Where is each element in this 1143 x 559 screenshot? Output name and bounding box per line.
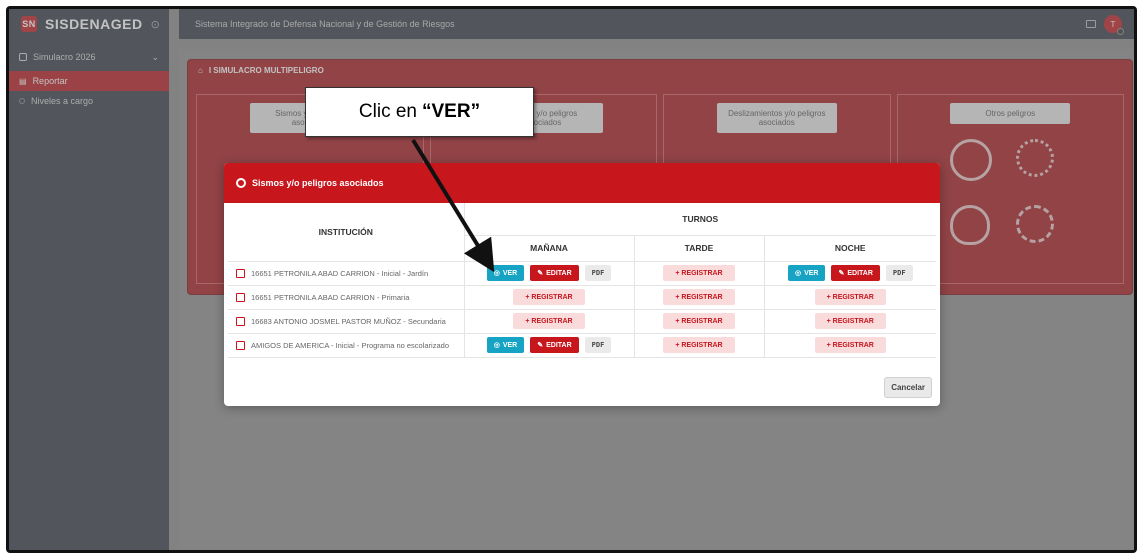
shift-cell-tarde: + REGISTRAR: [635, 313, 764, 329]
shift-cell-noche: + REGISTRAR: [765, 313, 937, 329]
ver-label: VER: [502, 341, 518, 349]
school-icon: [236, 316, 245, 326]
shift-cell-manana: + REGISTRAR: [465, 289, 634, 305]
editar-label: EDITAR: [546, 341, 572, 349]
callout-annotation: Clic en “VER”: [305, 87, 534, 137]
table-row: 16651 PETRONILA ABAD CARRION - Inicial -…: [228, 261, 937, 286]
registrar-button[interactable]: + REGISTRAR: [663, 265, 735, 281]
pdf-button[interactable]: PDF: [584, 265, 612, 281]
eye-icon: ◎: [794, 270, 802, 277]
shift-cell-tarde: + REGISTRAR: [635, 265, 764, 281]
institution-name: 16651 PETRONILA ABAD CARRION - Inicial -…: [251, 268, 429, 278]
registrar-button[interactable]: + REGISTRAR: [663, 313, 735, 329]
table-row: 16683 ANTONIO JOSMEL PASTOR MUÑOZ - Secu…: [228, 309, 937, 334]
institution-cell: 16651 PETRONILA ABAD CARRION - Inicial -…: [228, 268, 464, 278]
col-tarde: TARDE: [634, 235, 765, 262]
table-row: 16651 PETRONILA ABAD CARRION - Primaria +…: [228, 285, 937, 310]
ver-button[interactable]: ◎ VER: [787, 265, 826, 281]
editar-button[interactable]: ✎ EDITAR: [530, 337, 579, 353]
col-noche: NOCHE: [764, 235, 936, 262]
shift-cell-noche: + REGISTRAR: [765, 337, 937, 353]
callout-bold: “VER”: [422, 101, 481, 122]
callout-prefix: Clic en: [358, 101, 417, 122]
editar-button[interactable]: ✎ EDITAR: [831, 265, 880, 281]
eye-icon: ◎: [493, 342, 500, 349]
institution-cell: 16651 PETRONILA ABAD CARRION - Primaria: [228, 292, 464, 302]
modal-footer: Cancelar: [884, 377, 932, 398]
table-body: 16651 PETRONILA ABAD CARRION - Inicial -…: [228, 261, 937, 358]
institution-cell: AMIGOS DE AMERICA - Inicial - Programa n…: [228, 340, 464, 350]
institution-name: 16683 ANTONIO JOSMEL PASTOR MUÑOZ - Secu…: [251, 316, 446, 326]
editar-label: EDITAR: [847, 269, 873, 277]
school-icon: [236, 340, 245, 350]
institution-name: AMIGOS DE AMERICA - Inicial - Programa n…: [251, 340, 449, 350]
pdf-button[interactable]: PDF: [885, 265, 913, 281]
ver-button[interactable]: ◎ VER: [486, 265, 525, 281]
edit-icon: ✎: [838, 270, 845, 277]
registrar-button[interactable]: + REGISTRAR: [513, 313, 585, 329]
shift-table: INSTITUCIÓN TURNOS MAÑANA TARDE NOCHE 16…: [228, 203, 936, 358]
modal-sismos: Sismos y/o peligros asociados INSTITUCIÓ…: [224, 163, 940, 406]
col-turnos: TURNOS: [464, 203, 936, 236]
institution-cell: 16683 ANTONIO JOSMEL PASTOR MUÑOZ - Secu…: [228, 316, 464, 326]
eye-icon: ◎: [493, 270, 500, 277]
ver-label: VER: [502, 269, 518, 277]
shift-cell-manana: ◎ VER ✎ EDITAR PDF: [465, 265, 634, 281]
shift-cell-manana: ◎ VER ✎ EDITAR PDF: [465, 337, 634, 353]
registrar-button[interactable]: + REGISTRAR: [513, 289, 585, 305]
shift-cell-manana: + REGISTRAR: [465, 313, 634, 329]
pdf-button[interactable]: PDF: [584, 337, 612, 353]
shift-cell-tarde: + REGISTRAR: [635, 289, 764, 305]
edit-icon: ✎: [537, 342, 544, 349]
registrar-button[interactable]: + REGISTRAR: [663, 289, 735, 305]
modal-title: Sismos y/o peligros asociados: [252, 178, 384, 188]
shift-cell-noche: ◎ VER ✎ EDITAR PDF: [765, 265, 937, 281]
cancel-button[interactable]: Cancelar: [884, 377, 932, 398]
modal-header: Sismos y/o peligros asociados: [224, 163, 940, 203]
ver-button[interactable]: ◎ VER: [486, 337, 525, 353]
registrar-button[interactable]: + REGISTRAR: [814, 289, 886, 305]
edit-icon: ✎: [537, 270, 544, 277]
col-manana: MAÑANA: [464, 235, 635, 262]
school-icon: [236, 268, 245, 278]
app-window: SN SISDENAGED ⊙ Simulacro 2026 ⌄ ▤ Repor…: [6, 6, 1137, 553]
table-row: AMIGOS DE AMERICA - Inicial - Programa n…: [228, 333, 937, 358]
col-institucion: INSTITUCIÓN: [228, 203, 465, 262]
editar-button[interactable]: ✎ EDITAR: [530, 265, 579, 281]
registrar-button[interactable]: + REGISTRAR: [814, 313, 886, 329]
institution-name: 16651 PETRONILA ABAD CARRION - Primaria: [251, 292, 410, 302]
registrar-button[interactable]: + REGISTRAR: [814, 337, 886, 353]
registrar-button[interactable]: + REGISTRAR: [663, 337, 735, 353]
shift-cell-tarde: + REGISTRAR: [635, 337, 764, 353]
shift-cell-noche: + REGISTRAR: [765, 289, 937, 305]
ver-label: VER: [804, 269, 819, 277]
school-icon: [236, 292, 245, 302]
editar-label: EDITAR: [546, 269, 572, 277]
gear-icon: [236, 178, 246, 188]
